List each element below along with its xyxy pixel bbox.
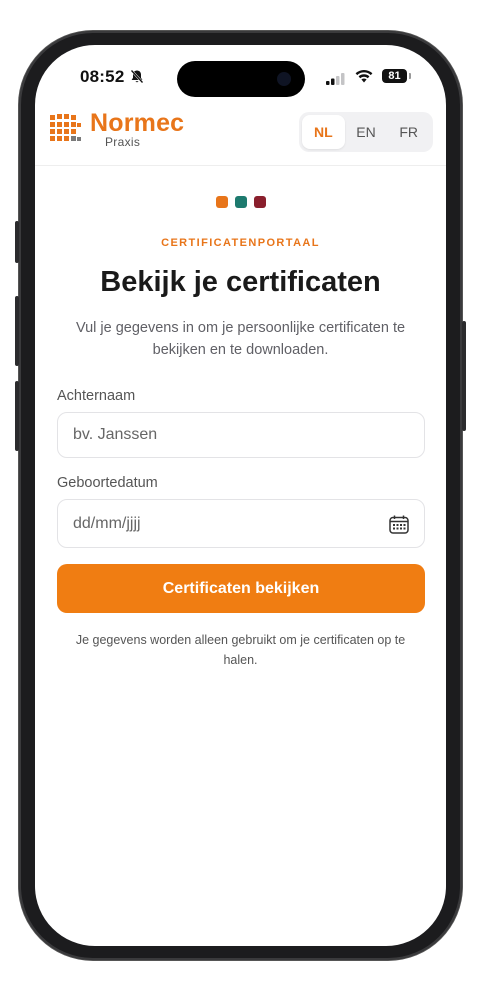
dot-maroon [254, 196, 266, 208]
dot-orange [216, 196, 228, 208]
battery-tip [409, 73, 411, 79]
page-title: Bekijk je certificaten [100, 266, 381, 298]
bell-slash-icon [130, 69, 144, 89]
language-switcher: NL EN FR [299, 112, 433, 152]
volume-up-button [15, 296, 19, 366]
brand-dots [216, 196, 266, 208]
lastname-label: Achternaam [57, 388, 136, 404]
volume-down-button [15, 381, 19, 451]
dynamic-island [177, 61, 305, 97]
privacy-note: Je gegevens worden alleen gebruikt om je… [75, 633, 406, 667]
power-button [462, 321, 466, 431]
camera [277, 72, 291, 86]
screen: 08:52 81 Normec Praxis NL EN FR CERTIFIC… [35, 45, 446, 946]
status-time: 08:52 [80, 67, 125, 86]
wifi-icon [355, 69, 373, 88]
birthdate-input[interactable] [57, 499, 425, 548]
calendar-icon[interactable] [389, 515, 409, 539]
lastname-input[interactable] [57, 412, 425, 458]
language-option-fr[interactable]: FR [387, 115, 430, 149]
app-header: Normec Praxis NL EN FR [35, 107, 446, 166]
normec-logo-icon [48, 113, 82, 152]
battery-icon: 81 [382, 69, 407, 83]
brand-subtitle: Praxis [105, 135, 141, 149]
section-eyebrow: CERTIFICATENPORTAAL [161, 237, 320, 249]
language-option-nl[interactable]: NL [302, 115, 345, 149]
action-button [15, 221, 19, 263]
birthdate-label: Geboortedatum [57, 475, 158, 491]
dot-teal [235, 196, 247, 208]
signal-icon [326, 72, 346, 90]
brand-name: Normec [90, 109, 185, 137]
page-subtitle: Vul je gegevens in om je persoonlijke ce… [75, 320, 406, 358]
language-option-en[interactable]: EN [345, 115, 388, 149]
status-bar: 08:52 81 [35, 45, 446, 107]
view-certificates-button[interactable]: Certificaten bekijken [57, 564, 425, 613]
